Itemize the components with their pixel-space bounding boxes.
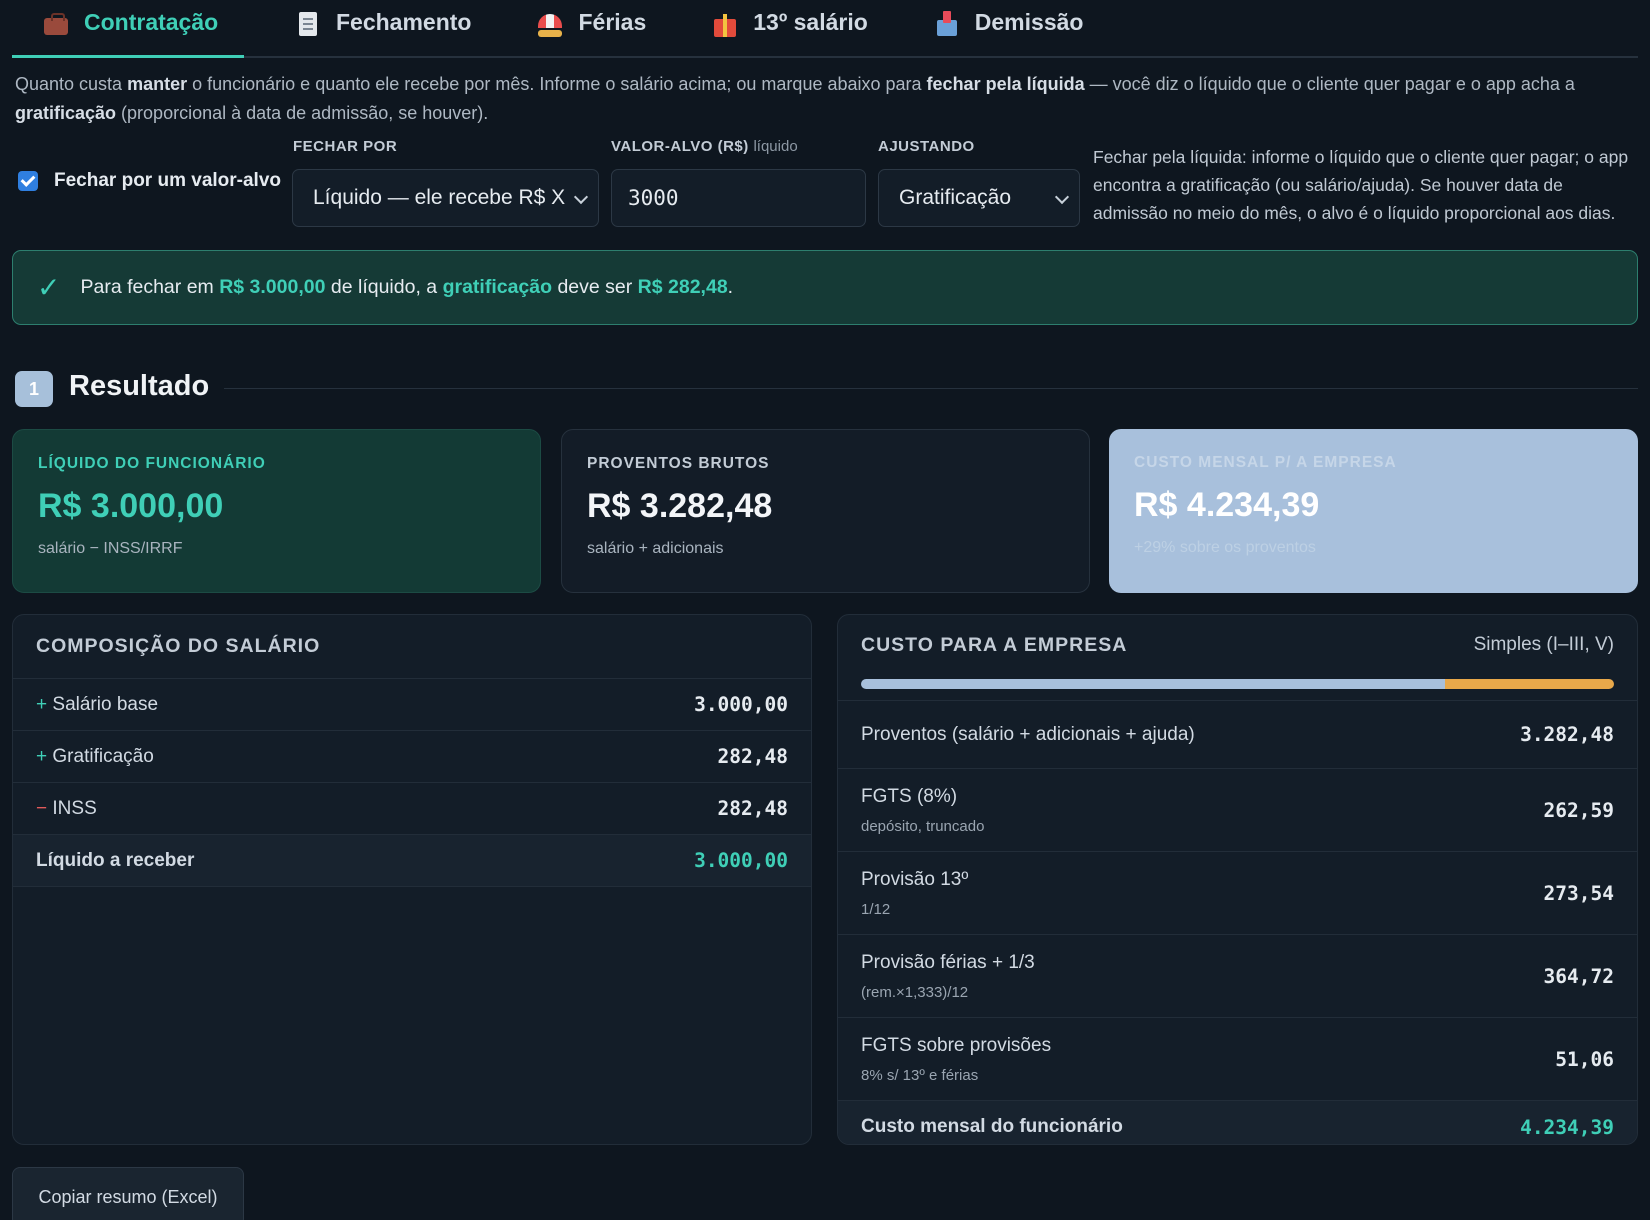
fechar-por-value: Líquido — ele recebe R$ X: [313, 186, 566, 209]
gross-earnings-card: PROVENTOS BRUTOS R$ 3.282,48 salário + a…: [561, 429, 1090, 593]
tab-label: Férias: [578, 9, 647, 35]
row-label: Custo mensal do funcionário: [861, 1116, 1123, 1137]
company-cost-card: CUSTO MENSAL P/ A EMPRESA R$ 4.234,39 +2…: [1109, 429, 1638, 593]
row-value: 3.000,00: [694, 693, 788, 716]
table-row: Proventos (salário + adicionais + ajuda)…: [838, 701, 1637, 769]
check-icon: ✓: [37, 272, 61, 303]
receipt-icon: [294, 10, 322, 38]
row-label: Provisão 13º: [861, 868, 969, 890]
ajustando-value: Gratificação: [899, 186, 1012, 209]
tab-contratacao[interactable]: Contratação: [12, 0, 244, 58]
intro-text: Quanto custa manter o funcionário e quan…: [15, 74, 1575, 123]
tab-label: Contratação: [84, 9, 219, 35]
target-help-text: Fechar pela líquida: informe o líquido q…: [1093, 147, 1629, 223]
chevron-down-icon: [573, 189, 589, 205]
card-label: PROVENTOS BRUTOS: [587, 455, 770, 472]
row-label-group: Provisão férias + 1/3 (rem.×1,333)/12: [861, 952, 1035, 1001]
row-label: − INSS: [36, 797, 97, 819]
valor-alvo-hint: líquido: [753, 138, 798, 155]
card-value: R$ 4.234,39: [1134, 486, 1320, 524]
card-label: CUSTO MENSAL P/ A EMPRESA: [1134, 454, 1397, 471]
target-checkbox[interactable]: [18, 171, 38, 191]
tab-label: 13º salário: [753, 9, 868, 35]
row-value: 3.282,48: [1520, 723, 1614, 746]
tab-label: Fechamento: [336, 9, 472, 35]
result-banner: ✓ Para fechar em R$ 3.000,00 de líquido,…: [12, 250, 1638, 325]
table-row: FGTS sobre provisões 8% s/ 13º e férias …: [838, 1018, 1637, 1101]
table-row: + Salário base 3.000,00: [13, 679, 811, 731]
outbox-icon: [933, 10, 961, 38]
row-sublabel: 8% s/ 13º e férias: [861, 1066, 979, 1084]
section-divider: [224, 388, 1638, 389]
tab-ferias[interactable]: Férias: [536, 0, 646, 58]
row-label: Provisão férias + 1/3: [861, 951, 1035, 973]
row-label-group: FGTS (8%) depósito, truncado: [861, 786, 984, 835]
chevron-down-icon: [1054, 189, 1070, 205]
salary-composition-panel: COMPOSIÇÃO DO SALÁRIO + Salário base 3.0…: [12, 614, 812, 1145]
row-value: 51,06: [1555, 1047, 1614, 1071]
row-value: 282,48: [717, 797, 788, 820]
row-label: + Gratificação: [36, 745, 154, 767]
tab-13-salario[interactable]: 13º salário: [711, 0, 868, 58]
total-row: Líquido a receber 3.000,00: [13, 835, 811, 887]
row-value: 3.000,00: [694, 849, 788, 872]
card-value: R$ 3.000,00: [38, 487, 224, 525]
row-label-group: FGTS sobre provisões 8% s/ 13º e férias: [861, 1035, 1051, 1084]
table-row: FGTS (8%) depósito, truncado 262,59: [838, 769, 1637, 852]
row-value: 273,54: [1543, 881, 1614, 905]
tab-fechamento[interactable]: Fechamento: [294, 0, 471, 58]
ajustando-label: AJUSTANDO: [878, 138, 975, 155]
tab-demissao[interactable]: Demissão: [933, 0, 1084, 58]
valor-alvo-label: VALOR-ALVO (R$) líquido: [611, 138, 798, 155]
fechar-por-label: FECHAR POR: [293, 138, 398, 155]
card-subtitle: salário − INSS/IRRF: [38, 540, 183, 557]
card-value: R$ 3.282,48: [587, 487, 773, 525]
tax-regime-label: Simples (I–III, V): [1473, 634, 1614, 655]
card-subtitle: salário + adicionais: [587, 540, 724, 557]
section-title: Resultado: [69, 370, 210, 402]
panel-header: COMPOSIÇÃO DO SALÁRIO: [13, 615, 811, 679]
fechar-por-select[interactable]: Líquido — ele recebe R$ X: [292, 169, 599, 227]
gift-icon: [711, 10, 739, 38]
card-subtitle: +29% sobre os proventos: [1134, 539, 1316, 556]
copy-summary-button[interactable]: Copiar resumo (Excel): [12, 1167, 244, 1220]
tab-bar: Contratação Fechamento Férias 13º salári…: [12, 0, 1638, 58]
row-sublabel: depósito, truncado: [861, 817, 985, 835]
panel-title: CUSTO PARA A EMPRESA: [861, 633, 1128, 656]
row-label: Líquido a receber: [36, 849, 195, 871]
target-checkbox-label: Fechar por um valor-alvo: [54, 170, 282, 191]
briefcase-icon: [42, 10, 70, 38]
cost-breakdown-bar: [861, 679, 1614, 689]
bar-segment-charges: [1444, 679, 1614, 689]
row-label: Proventos (salário + adicionais + ajuda): [861, 723, 1195, 745]
valor-alvo-input[interactable]: 3000: [611, 169, 866, 227]
company-cost-panel: CUSTO PARA A EMPRESA Simples (I–III, V) …: [837, 614, 1638, 1145]
table-row: + Gratificação 282,48: [13, 731, 811, 783]
row-label-group: Provisão 13º 1/12: [861, 869, 968, 918]
target-toggle[interactable]: Fechar por um valor-alvo: [18, 170, 281, 192]
banner-text: Para fechar em R$ 3.000,00 de líquido, a…: [80, 276, 734, 298]
row-label: FGTS sobre provisões: [861, 1034, 1052, 1056]
bar-segment-earnings: [861, 679, 1445, 689]
row-value: 364,72: [1543, 964, 1614, 988]
tab-label: Demissão: [974, 9, 1084, 35]
row-value: 282,48: [717, 745, 788, 768]
table-row: Provisão férias + 1/3 (rem.×1,333)/12 36…: [838, 935, 1637, 1018]
row-label: FGTS (8%): [861, 785, 958, 807]
row-sublabel: 1/12: [861, 900, 891, 918]
table-row: − INSS 282,48: [13, 783, 811, 835]
beach-umbrella-icon: [536, 10, 564, 38]
row-value: 4.234,39: [1520, 1115, 1614, 1139]
net-salary-card: LÍQUIDO DO FUNCIONÁRIO R$ 3.000,00 salár…: [12, 429, 541, 593]
table-row: Provisão 13º 1/12 273,54: [838, 852, 1637, 935]
ajustando-select[interactable]: Gratificação: [878, 169, 1080, 227]
card-label: LÍQUIDO DO FUNCIONÁRIO: [38, 455, 266, 472]
panel-header: CUSTO PARA A EMPRESA Simples (I–III, V): [838, 615, 1637, 675]
row-sublabel: (rem.×1,333)/12: [861, 983, 969, 1001]
panel-title: COMPOSIÇÃO DO SALÁRIO: [36, 635, 321, 657]
row-label: + Salário base: [36, 693, 159, 715]
row-value: 262,59: [1543, 798, 1614, 822]
total-row: Custo mensal do funcionário 4.234,39: [838, 1101, 1637, 1144]
section-number-badge: 1: [15, 371, 53, 407]
